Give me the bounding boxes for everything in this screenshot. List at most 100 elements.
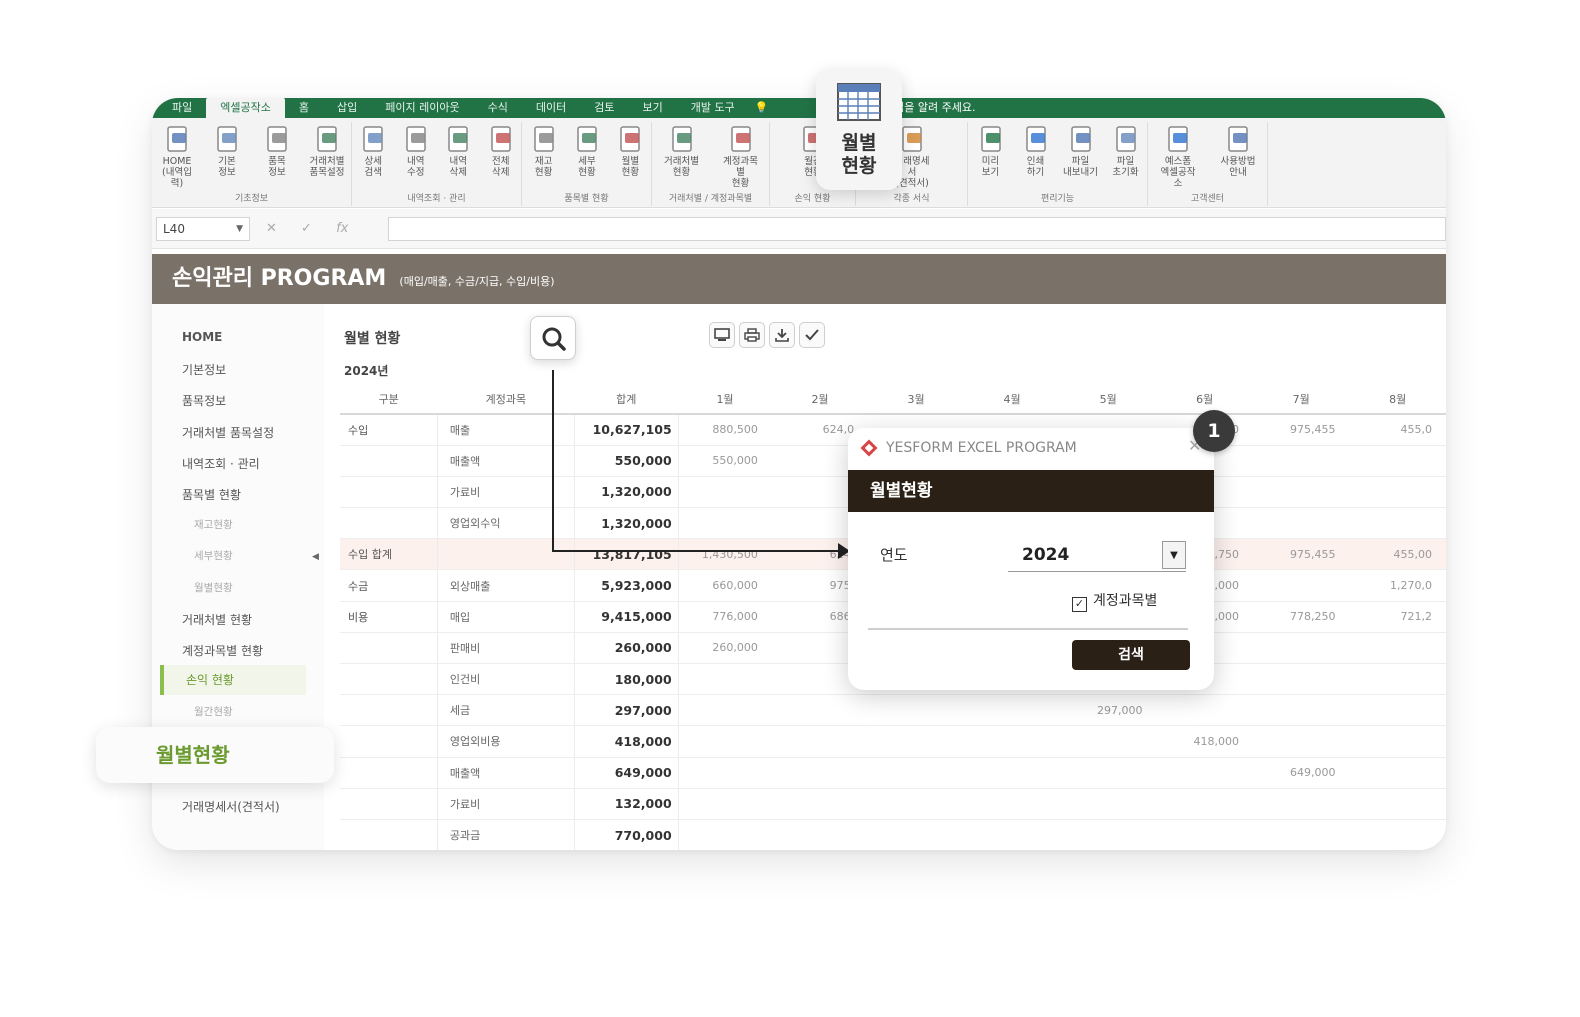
month-cell[interactable]: 721,2 (1349, 601, 1446, 633)
month-cell[interactable] (1349, 788, 1446, 820)
month-cell[interactable] (1349, 445, 1446, 477)
month-cell[interactable] (771, 757, 869, 789)
month-cell[interactable] (1252, 632, 1350, 665)
month-cell[interactable] (1059, 819, 1157, 850)
month-cell[interactable]: 260,000 (678, 632, 772, 665)
month-cell[interactable] (1252, 569, 1350, 602)
ribbon-button-7-0[interactable]: 예스폼 엑셀공작소 (1158, 124, 1198, 189)
month-cell[interactable] (1252, 725, 1350, 758)
month-cell[interactable] (1252, 663, 1350, 696)
sidebar-item-6[interactable]: 재고현황 (194, 517, 233, 532)
month-cell[interactable] (678, 507, 772, 540)
row-total[interactable]: 9,415,000 (573, 601, 679, 633)
ribbon-button-1-2[interactable]: 내역 삭제 (438, 124, 478, 178)
sidebar-item-15[interactable]: 거래명세서(견적서) (182, 798, 280, 815)
month-cell[interactable] (1059, 788, 1157, 820)
row-account[interactable]: 매입 (436, 601, 575, 633)
row-group[interactable] (340, 476, 438, 509)
cancel-icon[interactable]: ✕ (266, 221, 277, 236)
row-group[interactable] (340, 632, 438, 665)
ribbon-button-2-2[interactable]: 월별 현황 (610, 124, 650, 178)
ribbon-button-3-0[interactable]: 거래처별 현황 (662, 124, 702, 178)
checkbox-checked-icon[interactable]: ✓ (1072, 597, 1087, 612)
ribbon-tab-2[interactable]: 홈 (285, 98, 323, 118)
row-account[interactable]: 판매비 (436, 632, 575, 665)
month-cell[interactable]: 1,270,0 (1349, 569, 1446, 602)
row-group[interactable] (340, 788, 438, 820)
row-total[interactable]: 13,817,105 (573, 538, 679, 571)
row-total[interactable]: 418,000 (573, 725, 679, 758)
row-total[interactable]: 649,000 (573, 757, 679, 789)
month-cell[interactable]: 660,000 (678, 569, 772, 602)
ribbon-tab-10[interactable]: 💡 (749, 98, 775, 118)
month-cell[interactable] (1252, 788, 1350, 820)
ribbon-button-6-1[interactable]: 인쇄 하기 (1016, 124, 1056, 178)
month-cell[interactable] (771, 788, 869, 820)
search-button[interactable]: 검색 (1072, 640, 1190, 670)
sidebar-item-8[interactable]: 월별현황 (194, 580, 233, 595)
month-cell[interactable]: 418,000 (1156, 725, 1253, 758)
row-account[interactable]: 가료비 (436, 788, 575, 820)
month-cell[interactable]: 975,455 (1252, 538, 1350, 571)
month-cell[interactable]: 455,0 (1349, 414, 1446, 446)
row-group[interactable] (340, 694, 438, 727)
month-cell[interactable] (678, 819, 772, 850)
row-total[interactable]: 1,320,000 (573, 476, 679, 509)
month-cell[interactable] (1156, 757, 1253, 789)
month-cell[interactable]: 975,455 (1252, 414, 1350, 446)
month-cell[interactable] (1349, 694, 1446, 727)
row-account[interactable]: 영업외비용 (436, 725, 575, 758)
month-cell[interactable] (964, 725, 1060, 758)
month-cell[interactable]: 649,000 (1252, 757, 1350, 789)
row-total[interactable]: 10,627,105 (573, 414, 679, 446)
ribbon-button-7-1[interactable]: 사용방법 안내 (1218, 124, 1258, 178)
account-checkbox[interactable]: ✓ 계정과목별 (1072, 590, 1157, 612)
month-cell[interactable] (678, 476, 772, 509)
download-icon[interactable] (769, 322, 795, 348)
month-cell[interactable] (868, 725, 965, 758)
ribbon-button-6-2[interactable]: 파일 내보내기 (1061, 124, 1101, 178)
month-cell[interactable] (1349, 757, 1446, 789)
month-cell[interactable] (678, 757, 772, 789)
sidebar-item-0[interactable]: HOME (182, 330, 222, 344)
sidebar-item-3[interactable]: 거래처별 품목설정 (182, 424, 274, 441)
ribbon-button-6-0[interactable]: 미리 보기 (971, 124, 1011, 178)
row-total[interactable]: 132,000 (573, 788, 679, 820)
row-total[interactable]: 770,000 (573, 819, 679, 850)
check-icon[interactable] (799, 322, 825, 348)
ribbon-button-6-3[interactable]: 파일 초기화 (1106, 124, 1146, 178)
ribbon-tab-8[interactable]: 보기 (628, 98, 676, 118)
ribbon-tab-5[interactable]: 수식 (474, 98, 522, 118)
row-account[interactable]: 세금 (436, 694, 575, 727)
month-cell[interactable] (771, 725, 869, 758)
row-group[interactable] (340, 445, 438, 477)
row-group[interactable] (340, 507, 438, 540)
ribbon-tab-3[interactable]: 삽입 (323, 98, 371, 118)
row-group[interactable] (340, 819, 438, 850)
month-cell[interactable] (1252, 507, 1350, 540)
month-cell[interactable] (771, 819, 869, 850)
row-group[interactable]: 수입 합계 (340, 538, 438, 571)
month-cell[interactable] (964, 694, 1060, 727)
sidebar-item-1[interactable]: 기본정보 (182, 361, 226, 378)
ribbon-button-0-3[interactable]: 거래처별 품목설정 (307, 124, 347, 178)
month-cell[interactable] (1156, 694, 1253, 727)
function-icon[interactable]: fx (336, 221, 348, 236)
ribbon-tab-1[interactable]: 엑셀공작소 (206, 98, 285, 118)
chevron-down-icon[interactable]: ▼ (236, 218, 243, 240)
row-total[interactable]: 550,000 (573, 445, 679, 477)
month-cell[interactable] (1349, 663, 1446, 696)
sidebar-item-5[interactable]: 품목별 현황 (182, 486, 241, 503)
ribbon-tab-0[interactable]: 파일 (158, 98, 206, 118)
ribbon-tab-4[interactable]: 페이지 레이아웃 (371, 98, 473, 118)
row-account[interactable]: 외상매출 (436, 569, 575, 602)
month-cell[interactable]: 455,00 (1349, 538, 1446, 571)
row-group[interactable]: 수금 (340, 569, 438, 602)
row-account[interactable]: 인건비 (436, 663, 575, 696)
month-cell[interactable] (1059, 725, 1157, 758)
row-total[interactable]: 1,320,000 (573, 507, 679, 540)
enter-icon[interactable]: ✓ (301, 221, 312, 236)
month-cell[interactable] (771, 694, 869, 727)
row-group[interactable]: 비용 (340, 601, 438, 633)
zoomed-monthly-status-button[interactable]: 월별 현황 (816, 70, 902, 190)
